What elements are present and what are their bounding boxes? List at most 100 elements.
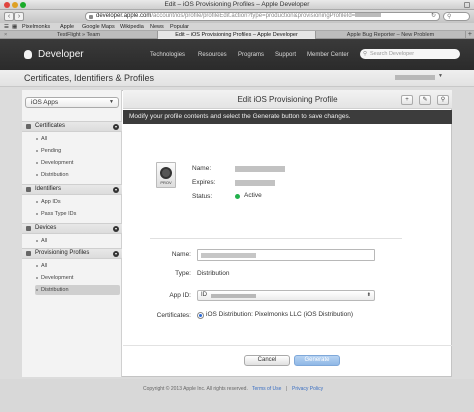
redacted-text [395, 75, 435, 80]
fullscreen-icon[interactable] [464, 2, 470, 8]
copyright-text: Copyright © 2013 Apple Inc. All rights r… [143, 386, 248, 392]
redacted-text [355, 13, 382, 18]
certificates-label: Certificates: [156, 312, 191, 319]
nav-support[interactable]: Support [275, 52, 296, 58]
reading-list-icon[interactable]: ☰ [4, 23, 9, 31]
page-footer: Copyright © 2013 Apple Inc. All rights r… [0, 380, 474, 412]
footer-separator: | [286, 386, 288, 392]
cancel-button[interactable]: Cancel [244, 355, 290, 366]
collapse-icon[interactable]: ▾ [113, 251, 119, 257]
nav-technologies[interactable]: Technologies [150, 52, 185, 58]
profile-icon [26, 251, 31, 256]
type-value: Distribution [197, 270, 230, 277]
sidebar-item-pass-type-ids[interactable]: Pass Type IDs [22, 209, 120, 219]
provisioning-profile-icon: PROV [156, 162, 176, 188]
collapse-icon[interactable]: ▾ [113, 187, 119, 193]
developer-header: Developer Technologies Resources Program… [0, 39, 474, 70]
app-id-prefix: ID [201, 292, 207, 298]
collapse-icon[interactable]: ▾ [113, 226, 119, 232]
address-host: developer.apple.com [96, 13, 152, 19]
sidebar-item-certificates-development[interactable]: Development [22, 158, 120, 168]
nav-member-center[interactable]: Member Center [307, 52, 349, 58]
title-bar: Edit – iOS Provisioning Profiles – Apple… [0, 0, 474, 10]
platform-select[interactable]: iOS Apps ▼ [25, 97, 119, 108]
sidebar-item-devices-all[interactable]: All [22, 236, 120, 246]
bookmark-apple[interactable]: Apple [60, 23, 74, 31]
sidebar-item-app-ids[interactable]: App IDs [22, 197, 120, 207]
address-bar[interactable]: developer.apple.com/account/ios/profile/… [85, 12, 440, 21]
sidebar-item-profiles-development[interactable]: Development [22, 273, 120, 283]
terms-link[interactable]: Terms of Use [252, 386, 281, 392]
sidebar-group-devices[interactable]: Devices ▾ [22, 223, 122, 234]
privacy-link[interactable]: Privacy Policy [292, 386, 323, 392]
sidebar-group-certificates[interactable]: Certificates ▾ [22, 121, 122, 132]
certificate-icon [26, 124, 31, 129]
sidebar-group-label: Provisioning Profiles [35, 250, 90, 256]
info-name-label: Name: [192, 165, 212, 172]
tab-testflight[interactable]: × TestFlight » Team [0, 31, 158, 39]
tab-bug-reporter[interactable]: Apple Bug Reporter – New Problem [316, 31, 466, 39]
collapse-icon[interactable]: ▾ [113, 124, 119, 130]
add-button[interactable]: + [401, 95, 413, 105]
profile-name-input[interactable] [197, 249, 375, 261]
sidebar-item-certificates-distribution[interactable]: Distribution [22, 170, 120, 180]
certificate-value: iOS Distribution: Pixelmonks LLC (iOS Di… [206, 311, 354, 318]
search-placeholder: Search Developer [370, 51, 415, 57]
identifier-icon [26, 187, 31, 192]
divider [150, 238, 402, 239]
search-icon: ⚲ [363, 51, 368, 57]
gear-icon [160, 167, 172, 179]
platform-select-value: iOS Apps [31, 99, 59, 106]
sidebar-group-provisioning-profiles[interactable]: Provisioning Profiles ▾ [22, 248, 122, 259]
brand-title[interactable]: Developer [38, 49, 84, 60]
apple-logo-icon[interactable] [24, 50, 32, 59]
bookmarks-bar: ☰ ▦ Pixelmonks Apple Google Maps Wikiped… [0, 23, 474, 31]
sidebar: iOS Apps ▼ Certificates ▾ All Pending De… [22, 90, 122, 377]
new-tab-icon[interactable]: + [468, 31, 472, 39]
redacted-text [201, 253, 256, 258]
forward-button[interactable]: › [14, 12, 24, 21]
tab-label: Apple Bug Reporter – New Problem [346, 32, 435, 38]
info-status-label: Status: [192, 193, 213, 200]
bookmark-pixelmonks[interactable]: Pixelmonks [22, 23, 50, 31]
nav-resources[interactable]: Resources [198, 52, 227, 58]
sidebar-item-certificates-pending[interactable]: Pending [22, 146, 120, 156]
developer-search-input[interactable]: ⚲ Search Developer [360, 49, 460, 59]
certificate-radio[interactable] [197, 312, 204, 319]
sidebar-item-certificates-all[interactable]: All [22, 134, 120, 144]
banner-text: Modify your profile contents and select … [129, 113, 351, 120]
tab-bar: × TestFlight » Team Edit – iOS Provision… [0, 31, 474, 39]
back-button[interactable]: ‹ [4, 12, 14, 21]
section-bar: Certificates, Identifiers & Profiles ▼ [0, 70, 474, 87]
redacted-text [211, 294, 256, 298]
generate-button[interactable]: Generate [294, 355, 340, 366]
lock-icon [89, 15, 93, 19]
page-title: Certificates, Identifiers & Profiles [24, 73, 155, 83]
edit-icon[interactable]: ✎ [419, 95, 431, 105]
search-icon[interactable]: ⚲ [437, 95, 449, 105]
close-tab-icon[interactable]: × [4, 31, 7, 39]
sidebar-group-identifiers[interactable]: Identifiers ▾ [22, 184, 122, 195]
sidebar-item-profiles-distribution[interactable]: Distribution [35, 285, 120, 295]
tab-label: TestFlight » Team [56, 32, 100, 38]
tab-edit-profile[interactable]: Edit – iOS Provisioning Profiles – Apple… [158, 31, 316, 39]
bookmark-popular[interactable]: Popular [170, 23, 189, 31]
chevron-updown-icon: ⬍ [366, 292, 371, 298]
nav-programs[interactable]: Programs [238, 52, 264, 58]
browser-search-field[interactable]: ⚲ [443, 12, 470, 21]
status-value: Active [244, 192, 262, 199]
info-expires-label: Expires: [192, 179, 216, 186]
account-menu[interactable]: ▼ [395, 73, 443, 81]
status-indicator [235, 194, 240, 199]
reload-icon[interactable]: ↻ [431, 13, 436, 20]
bookmark-google-maps[interactable]: Google Maps [82, 23, 115, 31]
bookmark-news[interactable]: News [150, 23, 164, 31]
address-path: /account/ios/profile/profileEdit.action?… [151, 13, 356, 19]
app-id-select[interactable]: ID ⬍ [197, 290, 375, 301]
bookmark-wikipedia[interactable]: Wikipedia [120, 23, 144, 31]
sidebar-group-label: Identifiers [35, 186, 62, 192]
sidebar-item-profiles-all[interactable]: All [22, 261, 120, 271]
profile-icon-label: PROV [160, 180, 172, 185]
top-sites-icon[interactable]: ▦ [12, 23, 17, 31]
search-icon: ⚲ [447, 14, 452, 20]
